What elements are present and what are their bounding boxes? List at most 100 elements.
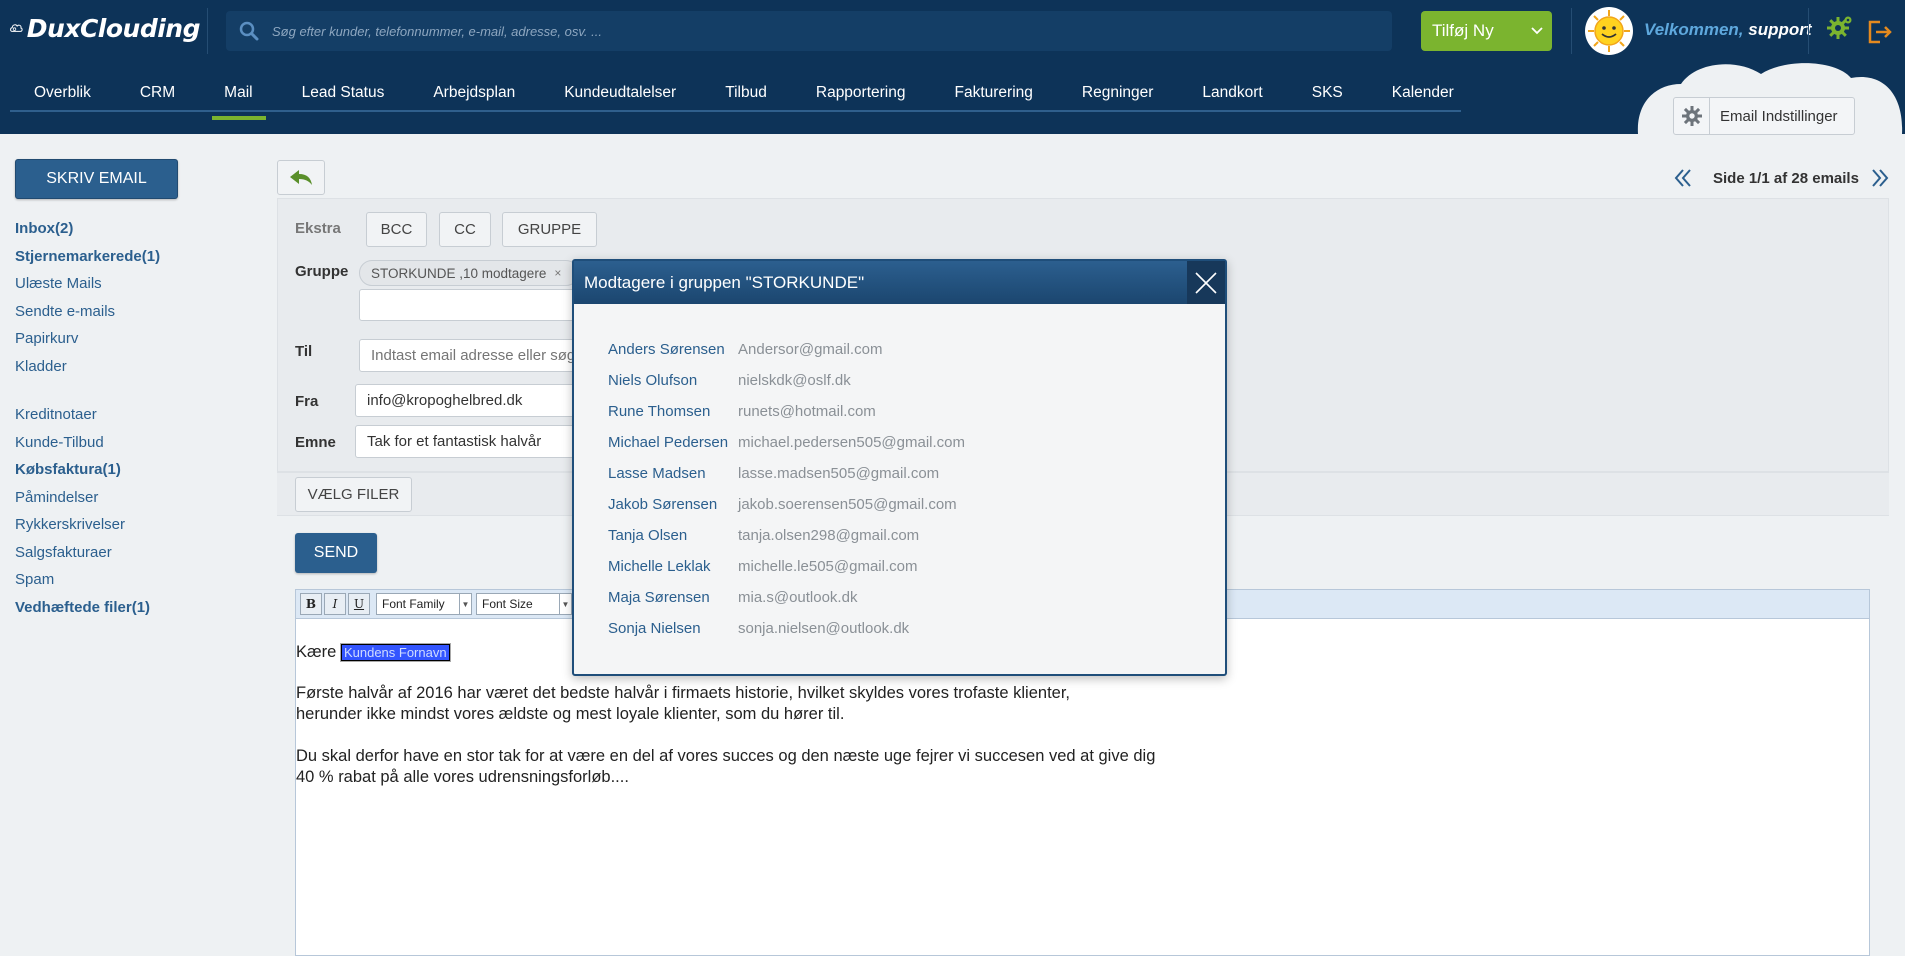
recipient-email: runets@hotmail.com	[738, 403, 876, 420]
folder-attachments[interactable]: Vedhæftede filer(1)	[15, 599, 160, 627]
italic-button[interactable]: I	[324, 593, 346, 615]
body-line: Du skal derfor have en stor tak for at v…	[296, 747, 1156, 765]
nav-item-lead-status[interactable]: Lead Status	[278, 62, 410, 114]
welcome-user: support	[1748, 20, 1812, 39]
nav-item-rapportering[interactable]: Rapportering	[792, 62, 931, 114]
chevron-down-icon: ▼	[459, 594, 471, 614]
underline-button[interactable]: U	[348, 593, 370, 615]
folder-drafts[interactable]: Kladder	[15, 358, 160, 386]
font-family-select[interactable]: Font Family ▼	[376, 593, 472, 615]
nav-item-sks[interactable]: SKS	[1288, 62, 1368, 114]
folder-trash[interactable]: Papirkurv	[15, 330, 160, 358]
chevron-down-icon	[1522, 11, 1552, 51]
font-family-value: Font Family	[382, 597, 445, 611]
greeting-line: Kære Kundens Fornavn	[296, 643, 451, 662]
add-new-button[interactable]: Tilføj Ny	[1421, 11, 1552, 51]
group-input[interactable]	[359, 289, 599, 321]
to-label: Til	[295, 343, 313, 360]
nav-items: Overblik CRM Mail Lead Status Arbejdspla…	[10, 62, 1479, 120]
nav-item-regninger[interactable]: Regninger	[1058, 62, 1179, 114]
sun-avatar-icon	[1588, 10, 1630, 52]
nav-item-mail[interactable]: Mail	[200, 62, 277, 120]
recipient-name: Jakob Sørensen	[608, 496, 718, 513]
bcc-button[interactable]: BCC	[366, 212, 427, 247]
chevron-down-icon: ▼	[559, 594, 571, 614]
folder-purchase-invoices[interactable]: Købsfaktura(1)	[15, 461, 160, 489]
merge-field-chip[interactable]: Kundens Fornavn	[339, 643, 451, 662]
avatar[interactable]	[1585, 7, 1633, 55]
nav-item-fakturering[interactable]: Fakturering	[930, 62, 1057, 114]
nav-item-landkort[interactable]: Landkort	[1178, 62, 1287, 114]
folder-sales-invoices[interactable]: Salgsfakturaer	[15, 544, 160, 572]
recipient-name: Niels Olufson	[608, 372, 698, 389]
greeting-text: Kære	[296, 643, 337, 661]
global-search[interactable]	[226, 11, 1392, 51]
chevron-double-right-icon[interactable]	[1870, 167, 1890, 189]
folder-sent[interactable]: Sendte e-mails	[15, 303, 160, 331]
back-button[interactable]	[277, 160, 325, 195]
body-line: 40 % rabat på alle vores udrensningsforl…	[296, 768, 629, 786]
recipient-email: jakob.soerensen505@gmail.com	[738, 496, 957, 513]
logout-icon[interactable]	[1866, 18, 1894, 46]
folder-unread[interactable]: Ulæste Mails	[15, 275, 160, 303]
recipient-row: Rune Thomsen runets@hotmail.com	[608, 403, 965, 434]
email-settings-label: Email Indstillinger	[1720, 107, 1838, 125]
welcome-text: Velkommen, support	[1644, 20, 1812, 40]
folder-reminders[interactable]: Påmindelser	[15, 489, 160, 517]
folder-inbox[interactable]: Inbox(2)	[15, 220, 160, 248]
to-input[interactable]	[359, 339, 599, 372]
recipient-row: Tanja Olsen tanja.olsen298@gmail.com	[608, 527, 965, 558]
modal-title: Modtagere i gruppen "STORKUNDE"	[584, 272, 865, 292]
nav-item-tilbud[interactable]: Tilbud	[701, 62, 792, 114]
recipient-list: Anders Sørensen Andersor@gmail.com Niels …	[608, 341, 965, 651]
choose-files-button[interactable]: VÆLG FILER	[295, 477, 412, 512]
send-button[interactable]: SEND	[295, 533, 377, 573]
reply-arrow-icon	[290, 169, 312, 185]
cloud-logo-icon	[10, 24, 23, 32]
bold-button[interactable]: B	[300, 593, 322, 615]
logo-text: DuxClouding	[26, 13, 201, 43]
recipient-name: Michael Pedersen	[608, 434, 729, 451]
folder-customer-offers[interactable]: Kunde-Tilbud	[15, 434, 160, 462]
close-icon	[1195, 271, 1217, 294]
recipient-row: Michael Pedersen michael.pedersen505@gmai…	[608, 434, 965, 465]
nav-item-kundeudtalelser[interactable]: Kundeudtalelser	[540, 62, 701, 114]
recipient-email: michael.pedersen505@gmail.com	[738, 434, 966, 451]
nav-item-arbejdsplan[interactable]: Arbejdsplan	[409, 62, 540, 114]
recipient-email: tanja.olsen298@gmail.com	[738, 527, 920, 544]
mail-sidebar: SKRIV EMAIL Inbox(2) Stjernemarkerede(1)…	[0, 134, 276, 956]
nav-item-crm[interactable]: CRM	[116, 62, 200, 114]
recipient-name: Rune Thomsen	[608, 403, 711, 420]
close-button[interactable]	[1187, 261, 1225, 304]
from-label: Fra	[295, 393, 319, 410]
cc-button[interactable]: CC	[439, 212, 491, 247]
recipient-row: Jakob Sørensen jakob.soerensen505@gmail.c…	[608, 496, 965, 527]
email-settings-button[interactable]: Email Indstillinger	[1673, 97, 1855, 135]
gear-icon[interactable]	[1826, 14, 1854, 42]
compose-email-button[interactable]: SKRIV EMAIL	[15, 159, 178, 199]
nav-item-overblik[interactable]: Overblik	[10, 62, 116, 114]
folder-spam[interactable]: Spam	[15, 571, 160, 599]
nav-underline	[10, 110, 1461, 112]
font-size-value: Font Size	[482, 597, 533, 611]
subject-input[interactable]: Tak for et fantastisk halvår	[355, 425, 599, 458]
search-input[interactable]	[270, 22, 1392, 40]
folder-credit-notes[interactable]: Kreditnotaer	[15, 406, 160, 434]
nav-item-kalender[interactable]: Kalender	[1368, 62, 1479, 114]
recipient-name: Michelle Leklak	[608, 558, 711, 575]
tag-remove-icon[interactable]: ×	[554, 266, 561, 280]
recipient-row: Michelle Leklak michelle.le505@gmail.com	[608, 558, 965, 589]
from-field[interactable]: info@kropoghelbred.dk	[355, 384, 599, 417]
font-size-select[interactable]: Font Size ▼	[476, 593, 572, 615]
chevron-double-left-icon[interactable]	[1673, 167, 1693, 189]
folder-dunning-letters[interactable]: Rykkerskrivelser	[15, 516, 160, 544]
folder-starred[interactable]: Stjernemarkerede(1)	[15, 248, 160, 276]
app-logo[interactable]: DuxClouding	[10, 8, 201, 48]
group-button[interactable]: GRUPPE	[502, 212, 597, 247]
recipient-row: Maja Sørensen mia.s@outlook.dk	[608, 589, 965, 620]
folder-list: Inbox(2) Stjernemarkerede(1) Ulæste Mail…	[15, 220, 160, 626]
recipient-name: Sonja Nielsen	[608, 620, 701, 637]
extra-label: Ekstra	[295, 220, 341, 237]
add-new-label: Tilføj Ny	[1432, 21, 1494, 40]
body-line: herunder ikke mindst vores ældste og mes…	[296, 705, 845, 723]
